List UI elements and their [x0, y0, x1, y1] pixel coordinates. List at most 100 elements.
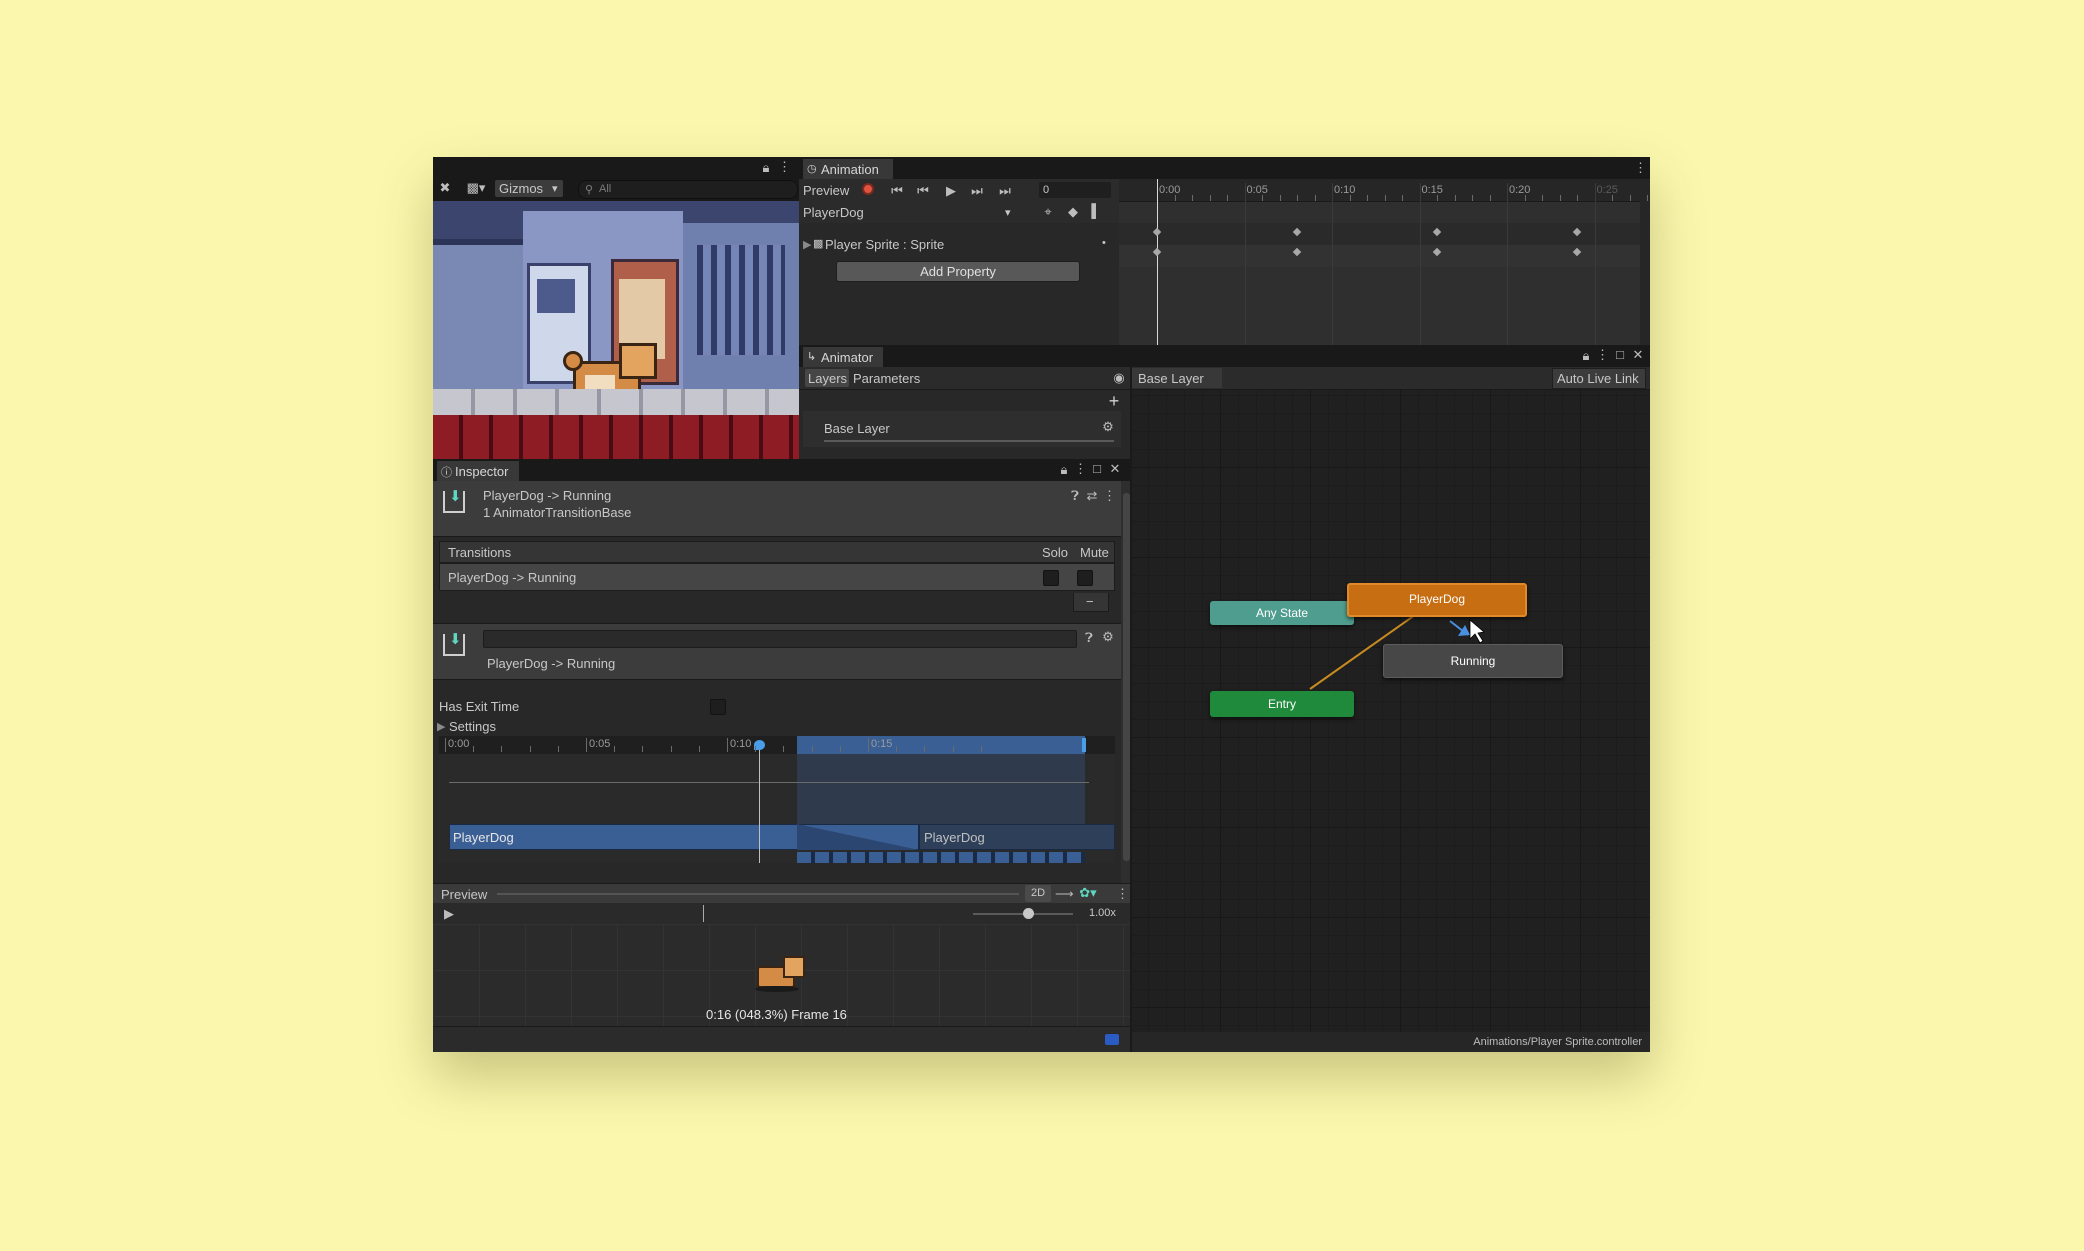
- close-icon[interactable]: ✕: [1108, 462, 1122, 475]
- preview-toggle[interactable]: Preview: [803, 183, 849, 198]
- more-icon[interactable]: ⋮: [778, 160, 791, 173]
- gizmos-dropdown[interactable]: Gizmos ▾: [495, 180, 563, 197]
- asset-label-icon[interactable]: [1105, 1034, 1119, 1045]
- keyframe-diamond[interactable]: [1292, 227, 1302, 237]
- add-event-icon[interactable]: ▌: [1089, 204, 1103, 217]
- transition-icon: ⬇: [443, 488, 465, 513]
- close-icon[interactable]: ✕: [1631, 348, 1645, 361]
- more-icon[interactable]: ⋮: [1596, 348, 1609, 361]
- state-entry[interactable]: Entry: [1210, 691, 1354, 717]
- transition-end-marker[interactable]: [1082, 738, 1086, 752]
- keyframe-diamond[interactable]: [1432, 227, 1442, 237]
- first-frame-icon[interactable]: ⏮: [887, 184, 907, 197]
- keyframe-diamond[interactable]: [1572, 227, 1582, 237]
- add-property-button[interactable]: Add Property: [836, 261, 1080, 282]
- add-keyframe-icon[interactable]: ⌖: [1041, 205, 1055, 218]
- inspector-tab-label: Inspector: [455, 464, 509, 479]
- scene-search-field[interactable]: ⚲ All: [578, 180, 798, 199]
- settings-foldout[interactable]: ▶ Settings: [437, 717, 637, 735]
- lock-icon[interactable]: 🔒︎: [1579, 349, 1593, 362]
- eye-icon[interactable]: ◉: [1111, 371, 1127, 384]
- property-options-icon[interactable]: •: [1102, 237, 1106, 249]
- play-icon[interactable]: ▶: [443, 907, 455, 920]
- add-layer-button[interactable]: +: [1105, 391, 1123, 412]
- layer-weight-slider[interactable]: [824, 440, 1114, 442]
- timeline-minor-tick: [1227, 195, 1228, 201]
- keyframe-diamond[interactable]: [1432, 247, 1442, 257]
- preview-viewport[interactable]: 0:16 (048.3%) Frame 16: [433, 924, 1132, 1026]
- gear-icon[interactable]: ⚙: [1101, 420, 1115, 433]
- help-icon[interactable]: ❓︎: [1069, 489, 1081, 502]
- more-icon[interactable]: ⋮: [1074, 462, 1087, 475]
- scene-viewport[interactable]: [433, 201, 799, 459]
- speed-slider-thumb[interactable]: [1023, 908, 1034, 919]
- more-icon[interactable]: ⋮: [1103, 489, 1116, 502]
- frame-field[interactable]: 0: [1039, 182, 1111, 198]
- inspector-header: ⬇ PlayerDog -> Running 1 AnimatorTransit…: [433, 481, 1121, 537]
- mute-label: Mute: [1080, 545, 1109, 560]
- transition-detail-header: ⬇ ❓︎ ⚙ PlayerDog -> Running: [433, 623, 1121, 680]
- settings-label: Settings: [449, 719, 496, 734]
- preview-time-scrubber[interactable]: [473, 905, 893, 922]
- camera-icon[interactable]: ▩▾: [461, 181, 491, 194]
- solo-checkbox[interactable]: [1043, 570, 1059, 586]
- mute-checkbox[interactable]: [1077, 570, 1093, 586]
- clip-dropdown[interactable]: PlayerDog ▾: [799, 203, 1019, 221]
- play-icon[interactable]: ▶: [941, 184, 961, 197]
- tab-inspector[interactable]: ⓘ Inspector: [437, 461, 519, 481]
- timeline-minor-tick: [1612, 195, 1613, 201]
- lock-icon[interactable]: 🔒︎: [1057, 463, 1071, 476]
- timeline-tick-label: 0:05: [1246, 184, 1268, 196]
- destination-clip-bar[interactable]: PlayerDog: [919, 824, 1115, 850]
- animator-icon: ↳: [807, 351, 817, 363]
- transition-ruler-tick: [698, 746, 700, 752]
- tab-layers[interactable]: Layers: [805, 369, 849, 387]
- expand-arrow-icon[interactable]: ▶: [803, 238, 811, 251]
- keyframe-diamond[interactable]: [1572, 247, 1582, 257]
- state-player-dog[interactable]: PlayerDog: [1347, 583, 1527, 617]
- tab-parameters[interactable]: Parameters: [853, 371, 920, 386]
- transition-name-field[interactable]: [483, 630, 1077, 648]
- pivot-icon[interactable]: ⟶: [1055, 887, 1074, 900]
- preview-drag-bar[interactable]: [497, 893, 1019, 895]
- help-icon[interactable]: ❓︎: [1083, 631, 1095, 644]
- state-running[interactable]: Running: [1383, 644, 1563, 678]
- transition-timeline[interactable]: PlayerDog PlayerDog 0:00 0:05 0:10 0:15: [439, 736, 1115, 863]
- maximize-icon[interactable]: □: [1090, 462, 1104, 475]
- tab-animator[interactable]: ↳ Animator: [803, 347, 883, 367]
- tools-icon[interactable]: ✖: [437, 181, 453, 194]
- property-row[interactable]: ▶ ▩ Player Sprite : Sprite •: [799, 233, 1119, 255]
- clock-icon: ◷: [807, 163, 817, 175]
- inspector-title: PlayerDog -> Running: [483, 488, 612, 503]
- preset-icon[interactable]: ⇄: [1086, 489, 1098, 502]
- state-any-state[interactable]: Any State: [1210, 601, 1354, 625]
- speed-slider[interactable]: [973, 908, 1073, 919]
- tab-animation[interactable]: ◷ Animation: [803, 159, 893, 179]
- keyframe-diamond[interactable]: [1152, 247, 1162, 257]
- more-icon[interactable]: ⋮: [1116, 887, 1129, 900]
- add-event-key-icon[interactable]: ◆: [1065, 205, 1081, 218]
- maximize-icon[interactable]: □: [1613, 348, 1627, 361]
- scroll-thumb[interactable]: [1123, 493, 1130, 861]
- previous-frame-icon[interactable]: ⏮: [913, 184, 933, 197]
- more-icon[interactable]: ⋮: [1634, 161, 1647, 174]
- sprite-icon: ▩: [813, 238, 824, 250]
- dog-belly: [585, 375, 615, 389]
- keyframe-diamond[interactable]: [1152, 227, 1162, 237]
- transition-ruler-tick: [529, 746, 531, 752]
- animator-graph[interactable]: Base Layer Auto Live Link Any State Play…: [1132, 367, 1650, 1052]
- keyframe-diamond[interactable]: [1292, 247, 1302, 257]
- transition-list-item[interactable]: PlayerDog -> Running: [439, 563, 1115, 591]
- lock-icon[interactable]: 🔒︎: [759, 161, 773, 174]
- remove-transition-button[interactable]: −: [1073, 593, 1109, 612]
- gear-icon[interactable]: ⚙: [1101, 630, 1115, 643]
- record-button[interactable]: [862, 183, 874, 195]
- avatar-icon[interactable]: ✿▾: [1077, 886, 1099, 899]
- has-exit-time-checkbox[interactable]: [710, 699, 726, 715]
- last-frame-icon[interactable]: ⏭: [995, 184, 1015, 197]
- timeline-minor-tick: [1542, 195, 1543, 201]
- next-frame-icon[interactable]: ⏭: [967, 184, 987, 197]
- panel-divider[interactable]: [1130, 367, 1132, 1052]
- mode-2d-button[interactable]: 2D: [1025, 885, 1051, 902]
- layer-item-base-layer[interactable]: Base Layer ⚙: [803, 411, 1121, 447]
